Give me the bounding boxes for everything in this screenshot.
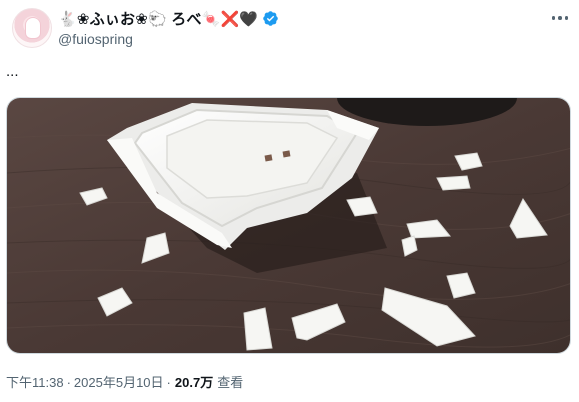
tweet-header: 🐇❀ふぃお❀🐑 ろべ🍬❌🖤 @fuiospring <box>6 4 573 52</box>
verified-badge-icon <box>263 10 279 26</box>
tweet-meta: 下午11:38 · 2025年5月10日 · 20.7万 查看 <box>6 372 243 391</box>
tweet-date[interactable]: 2025年5月10日 <box>74 372 164 391</box>
view-count: 20.7万 <box>174 375 214 390</box>
more-options-icon[interactable] <box>548 6 572 30</box>
tweet-text: ... <box>6 63 19 80</box>
meta-separator-2: · <box>166 375 171 390</box>
meta-separator: · <box>66 375 71 390</box>
author-handle[interactable]: @fuiospring <box>58 31 133 47</box>
view-count-label: 查看 <box>217 375 244 390</box>
photo-broken-plastic-on-table <box>7 98 570 353</box>
author-name-row[interactable]: 🐇❀ふぃお❀🐑 ろべ🍬❌🖤 <box>58 8 279 28</box>
tweet-photo[interactable] <box>6 97 571 354</box>
author-display-name[interactable]: 🐇❀ふぃお❀🐑 ろべ🍬❌🖤 <box>58 8 258 29</box>
tweet-time[interactable]: 下午11:38 <box>6 372 64 391</box>
avatar[interactable] <box>12 8 52 48</box>
